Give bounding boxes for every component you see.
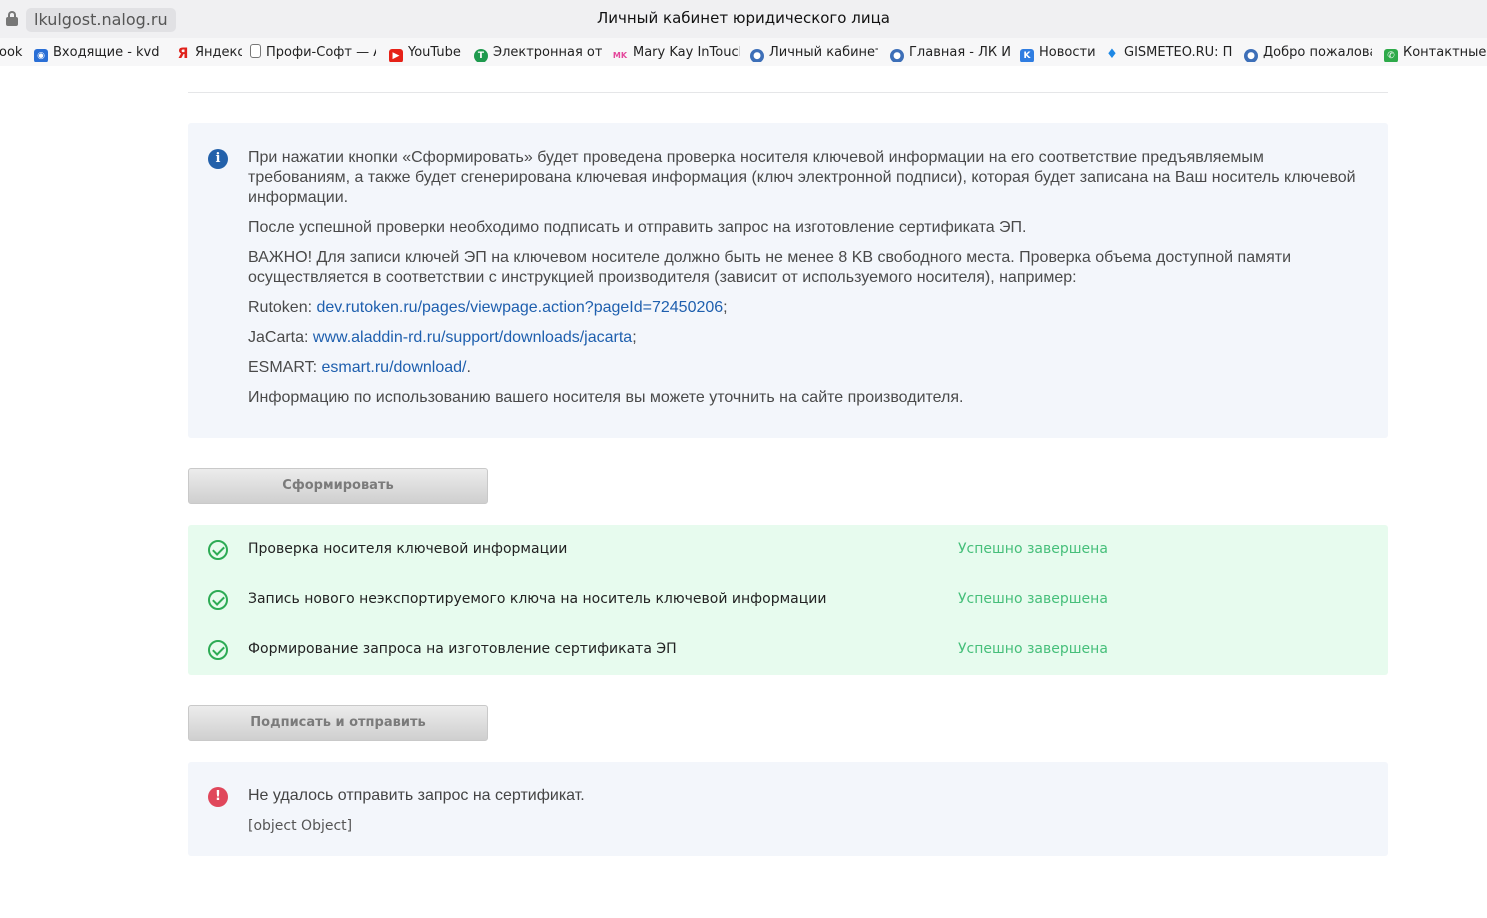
divider — [188, 92, 1388, 93]
error-detail: [object Object] — [248, 818, 353, 834]
step-label: Запись нового неэкспортируемого ключа на… — [248, 591, 827, 607]
mail-icon: ◉ — [34, 49, 48, 62]
bookmark-item[interactable]: ✆Контактные л — [1384, 44, 1487, 62]
form-button[interactable]: Сформировать — [188, 468, 488, 504]
bookmarks-bar: ook ◉Входящие - kvden ЯЯндекс Профи-Софт… — [0, 38, 1487, 66]
error-icon: ! — [208, 787, 228, 807]
step-row: Формирование запроса на изготовление сер… — [188, 625, 1388, 675]
step-row: Проверка носителя ключевой информации Ус… — [188, 525, 1388, 575]
gismeteo-icon: ♦ — [1106, 47, 1118, 62]
info-paragraph: Информацию по использованию вашего носит… — [248, 389, 964, 406]
bookmark-item[interactable]: MK Mary Kay InTouch — [612, 44, 740, 62]
bookmark-item[interactable]: ТЭлектронная отпр — [474, 44, 602, 62]
bookmark-item[interactable]: ● Главная - ЛК ИП — [890, 44, 1012, 62]
info-icon: i — [208, 149, 228, 169]
step-status: Успешно завершена — [958, 641, 1108, 657]
info-paragraph: После успешной проверки необходимо подпи… — [248, 219, 1027, 236]
youtube-icon: ▶ — [389, 49, 403, 62]
rutoken-line: Rutoken: dev.rutoken.ru/pages/viewpage.a… — [248, 299, 728, 316]
bookmark-item[interactable]: ♦GISMETEO.RU: Пог — [1105, 44, 1233, 62]
step-label: Проверка носителя ключевой информации — [248, 541, 568, 557]
tensor-icon: Т — [474, 49, 488, 62]
bookmark-item[interactable]: Профи-Софт — АИ — [250, 44, 376, 62]
nalog-icon: ● — [890, 49, 904, 62]
check-circle-icon — [208, 540, 228, 560]
bookmark-item[interactable]: ●Добро пожаловат — [1244, 44, 1372, 62]
yandex-icon: Я — [177, 46, 189, 62]
document-icon — [250, 44, 261, 58]
bookmark-item[interactable]: ◉Входящие - kvden — [34, 44, 160, 62]
bookmark-item[interactable]: K Новости — [1020, 44, 1096, 62]
info-paragraph: ВАЖНО! Для записи ключей ЭП на ключевом … — [248, 249, 1292, 286]
error-panel: ! Не удалось отправить запрос на сертифи… — [188, 762, 1388, 856]
contacts-icon: ✆ — [1384, 49, 1398, 62]
page-title: Личный кабинет юридического лица — [596, 9, 890, 27]
error-title: Не удалось отправить запрос на сертифика… — [248, 787, 585, 804]
bookmark-item[interactable]: ●Личный кабинет ю — [750, 44, 878, 62]
browser-address-bar: lkulgost.nalog.ru Личный кабинет юридиче… — [0, 0, 1487, 38]
nalog-icon: ● — [1244, 49, 1258, 62]
bookmark-item[interactable]: ook — [0, 44, 25, 62]
marykay-icon: MK — [612, 51, 628, 60]
esmart-link[interactable]: esmart.ru/download/ — [322, 359, 467, 376]
vk-icon: K — [1020, 49, 1034, 62]
info-paragraph: При нажатии кнопки «Сформировать» будет … — [248, 149, 1356, 206]
check-circle-icon — [208, 590, 228, 610]
steps-panel: Проверка носителя ключевой информации Ус… — [188, 525, 1388, 675]
step-status: Успешно завершена — [958, 541, 1108, 557]
sign-and-send-button[interactable]: Подписать и отправить — [188, 705, 488, 741]
step-label: Формирование запроса на изготовление сер… — [248, 641, 677, 657]
bookmark-item[interactable]: Я Яндекс — [176, 44, 242, 62]
jacarta-link[interactable]: www.aladdin-rd.ru/support/downloads/jaca… — [313, 329, 632, 346]
jacarta-line: JaCarta: www.aladdin-rd.ru/support/downl… — [248, 329, 637, 346]
rutoken-link[interactable]: dev.rutoken.ru/pages/viewpage.action?pag… — [316, 299, 723, 316]
esmart-line: ESMART: esmart.ru/download/. — [248, 359, 471, 376]
info-panel: i При нажатии кнопки «Сформировать» буде… — [188, 123, 1388, 438]
step-status: Успешно завершена — [958, 591, 1108, 607]
step-row: Запись нового неэкспортируемого ключа на… — [188, 575, 1388, 625]
info-text: При нажатии кнопки «Сформировать» будет … — [248, 148, 1358, 418]
nalog-icon: ● — [750, 49, 764, 62]
check-circle-icon — [208, 640, 228, 660]
bookmark-item[interactable]: ▶ YouTube — [389, 44, 465, 62]
